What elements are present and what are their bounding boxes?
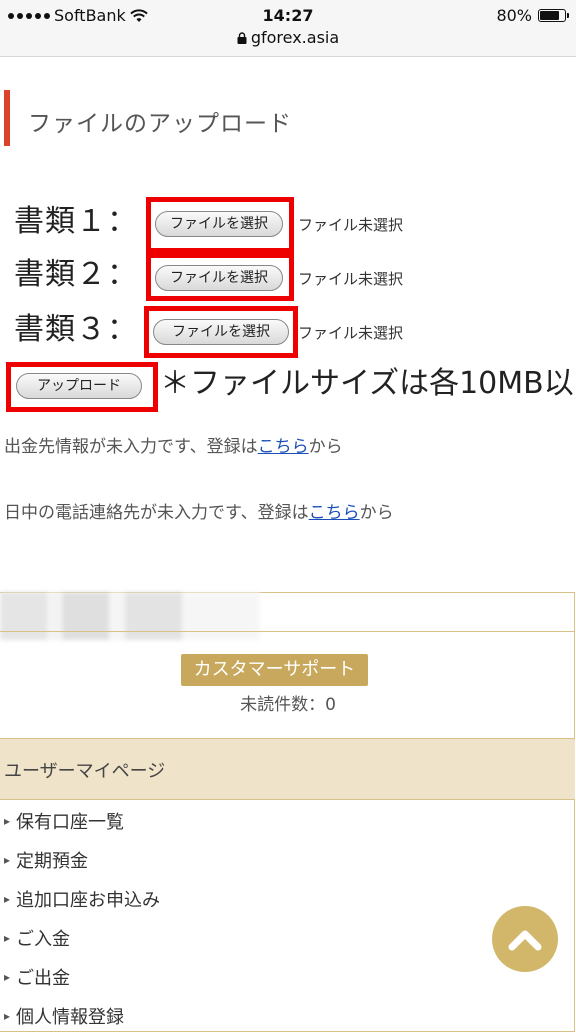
scroll-to-top-button[interactable]: [492, 906, 558, 972]
chevron-up-icon: [508, 930, 542, 951]
menu-item-add-account[interactable]: ▸ 追加口座お申込み: [4, 886, 160, 912]
battery-indicator: 80%: [496, 6, 569, 25]
lock-icon: [237, 32, 247, 44]
document-row-1: 書類１：: [14, 198, 144, 239]
menu-label: 定期預金: [16, 851, 89, 872]
chevron-right-icon: ▸: [4, 814, 11, 828]
document-row-3: 書類３：: [14, 306, 144, 347]
document-label: 書類２：: [14, 257, 138, 292]
document-row-2: 書類２：: [14, 251, 144, 292]
chevron-right-icon: ▸: [4, 970, 11, 984]
notice-text: 出金先情報が未入力です、登録は: [4, 437, 258, 457]
unread-count: 未読件数：0: [240, 695, 336, 715]
page-title: ファイルのアップロード: [28, 111, 292, 137]
upload-button[interactable]: アップロード: [16, 373, 142, 399]
divider: [0, 631, 575, 632]
menu-label: 個人情報登録: [16, 1007, 125, 1028]
section-heading: ファイルのアップロード: [0, 90, 576, 146]
notice-text: から: [359, 503, 394, 523]
choose-file-button-2[interactable]: ファイルを選択: [155, 265, 283, 291]
bank-info-link[interactable]: こちら: [258, 437, 309, 457]
notice-text: から: [308, 437, 343, 457]
menu-item-deposit-term[interactable]: ▸ 定期預金: [4, 847, 88, 873]
menu-item-personal-info[interactable]: ▸ 個人情報登録: [4, 1003, 124, 1029]
url-text: gforex.asia: [250, 28, 340, 47]
document-label: 書類１：: [14, 204, 138, 239]
menu-label: ご出金: [16, 968, 71, 989]
address-bar[interactable]: gforex.asia: [0, 28, 576, 47]
chevron-right-icon: ▸: [4, 931, 11, 945]
chevron-right-icon: ▸: [4, 1009, 11, 1023]
file-size-note: ＊ファイルサイズは各10MB以: [160, 366, 574, 401]
chevron-right-icon: ▸: [4, 853, 11, 867]
heading-accent-bar: [4, 90, 10, 146]
menu-item-deposit[interactable]: ▸ ご入金: [4, 925, 70, 951]
choose-file-button-1[interactable]: ファイルを選択: [155, 211, 283, 237]
menu-label: 追加口座お申込み: [16, 890, 161, 911]
menu-item-withdraw[interactable]: ▸ ご出金: [4, 964, 70, 990]
redacted-user-name: [0, 592, 260, 640]
phone-info-notice: 日中の電話連絡先が未入力です、登録はこちらから: [4, 498, 394, 523]
battery-icon: [538, 9, 569, 22]
mypage-header: ユーザーマイページ: [0, 738, 575, 800]
menu-label: 保有口座一覧: [16, 812, 125, 833]
phone-info-link[interactable]: こちら: [309, 503, 360, 523]
choose-file-button-3[interactable]: ファイルを選択: [153, 319, 289, 345]
clock: 14:27: [262, 6, 314, 25]
file-status-1: ファイル未選択: [298, 216, 404, 234]
menu-item-accounts[interactable]: ▸ 保有口座一覧: [4, 808, 124, 834]
document-label: 書類３：: [14, 312, 138, 347]
chevron-right-icon: ▸: [4, 892, 11, 906]
status-bar: SoftBank 14:27 gforex.asia 80%: [0, 0, 576, 57]
menu-label: ご入金: [16, 929, 71, 950]
mypage-title: ユーザーマイページ: [4, 761, 166, 782]
notice-text: 日中の電話連絡先が未入力です、登録は: [4, 503, 309, 523]
file-status-2: ファイル未選択: [298, 270, 404, 288]
battery-percent: 80%: [496, 6, 532, 25]
file-status-3: ファイル未選択: [298, 324, 404, 342]
bank-info-notice: 出金先情報が未入力です、登録はこちらから: [4, 432, 343, 457]
customer-support-button[interactable]: カスタマーサポート: [181, 654, 368, 686]
